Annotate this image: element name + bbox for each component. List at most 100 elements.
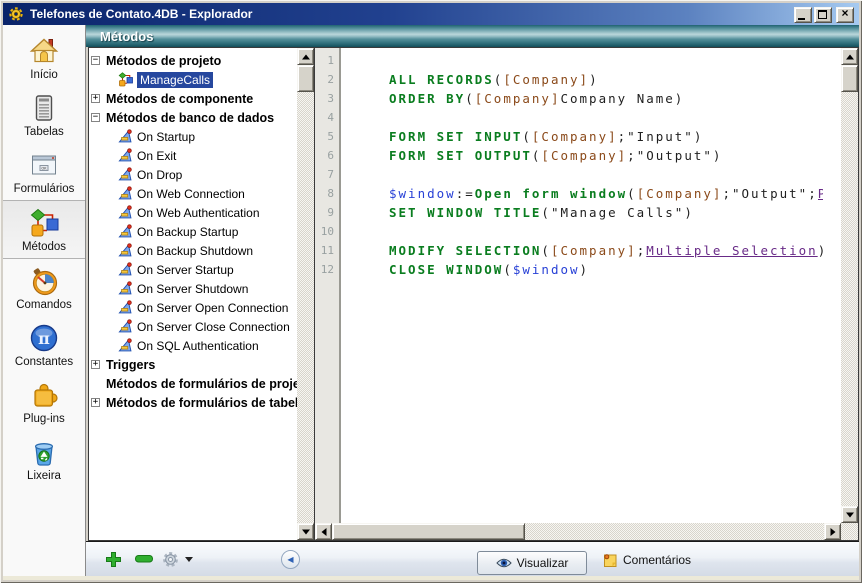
line-number: 10 xyxy=(315,222,339,241)
scroll-up-icon[interactable] xyxy=(297,48,314,65)
tree-item-label: On Server Open Connection xyxy=(137,301,288,315)
sidebar-item-lixeira[interactable]: Lixeira xyxy=(3,430,85,487)
code-token: ( xyxy=(541,243,551,258)
tree-row[interactable]: ManageCalls xyxy=(89,70,297,89)
remove-button[interactable] xyxy=(134,554,154,564)
sidebar-item-constantes[interactable]: πConstantes xyxy=(3,316,85,373)
note-icon xyxy=(602,552,618,568)
code-token: := xyxy=(456,186,475,201)
scroll-left-icon[interactable] xyxy=(315,523,332,540)
code-line: ALL RECORDS([Company]) xyxy=(343,70,841,89)
scrollbar-thumb[interactable] xyxy=(297,65,314,92)
maximize-button[interactable] xyxy=(814,7,832,23)
database-method-icon xyxy=(118,281,133,296)
tree-row[interactable]: −Métodos de banco de dados xyxy=(89,108,297,127)
line-number: 3 xyxy=(315,89,339,108)
tree-item-label: Métodos de formulários de projeto xyxy=(106,377,297,391)
tree-row[interactable]: On Backup Startup xyxy=(89,222,297,241)
code-token: "Output" xyxy=(732,186,808,201)
database-method-icon xyxy=(118,205,133,220)
code-line xyxy=(343,51,841,70)
code-token: ; xyxy=(637,243,647,258)
settings-button[interactable] xyxy=(160,549,180,569)
visualizar-button[interactable]: Visualizar xyxy=(477,551,587,575)
tree-row[interactable]: −Métodos de projeto xyxy=(89,51,297,70)
code-token: [Company] xyxy=(475,91,561,106)
tree-row[interactable]: On Startup xyxy=(89,127,297,146)
chevron-down-icon[interactable] xyxy=(185,557,193,562)
add-button[interactable] xyxy=(103,549,123,569)
code-token: FORM SET OUTPUT xyxy=(389,148,532,163)
tree-item-label: On Backup Startup xyxy=(137,225,238,239)
sidebar-item-formularios[interactable]: OKFormulários xyxy=(3,143,85,200)
sidebar-item-inicio[interactable]: Início xyxy=(3,29,85,86)
tree-item-label: On SQL Authentication xyxy=(137,339,259,353)
sidebar-item-plugins[interactable]: Plug-ins xyxy=(3,373,85,430)
tree-row[interactable]: On Exit xyxy=(89,146,297,165)
tree-item-label: Métodos de formulários de tabela xyxy=(106,396,297,410)
sidebar-item-metodos[interactable]: Métodos xyxy=(3,200,85,259)
tree-row[interactable]: On Drop xyxy=(89,165,297,184)
sidebar-item-comandos[interactable]: Comandos xyxy=(3,259,85,316)
tree-row[interactable]: +Métodos de componente xyxy=(89,89,297,108)
tree-row[interactable]: On Backup Shutdown xyxy=(89,241,297,260)
line-number-gutter: 123456789101112 xyxy=(315,48,341,523)
trash-icon xyxy=(29,436,59,468)
code-token: CLOSE WINDOW xyxy=(389,262,503,277)
scrollbar-thumb[interactable] xyxy=(332,523,525,540)
code-token: "Output" xyxy=(637,148,713,163)
sidebar-item-label: Métodos xyxy=(22,241,66,253)
database-method-icon xyxy=(118,186,133,201)
line-number: 9 xyxy=(315,203,339,222)
scroll-down-icon[interactable] xyxy=(297,523,314,540)
expand-icon[interactable]: + xyxy=(91,360,100,369)
database-method-icon xyxy=(118,319,133,334)
tree-row[interactable]: On Server Startup xyxy=(89,260,297,279)
code-token: [Company] xyxy=(551,243,637,258)
tree-row[interactable]: On Web Authentication xyxy=(89,203,297,222)
database-method-icon xyxy=(118,224,133,239)
code-token: Company Name) xyxy=(560,91,684,106)
database-method-icon xyxy=(118,148,133,163)
methods-tree[interactable]: −Métodos de projetoManageCalls+Métodos d… xyxy=(89,48,297,540)
tree-row[interactable]: On Server Open Connection xyxy=(89,298,297,317)
tree-row[interactable]: Métodos de formulários de projeto xyxy=(89,374,297,393)
database-method-icon xyxy=(118,338,133,353)
code-editor[interactable]: ALL RECORDS([Company])ORDER BY([Company]… xyxy=(343,48,841,523)
tree-item-label: ManageCalls xyxy=(137,72,213,88)
minimize-button[interactable] xyxy=(794,7,812,23)
tree-row[interactable]: On Server Close Connection xyxy=(89,317,297,336)
tree-row[interactable]: On Server Shutdown xyxy=(89,279,297,298)
tree-vertical-scrollbar[interactable] xyxy=(297,48,314,540)
collapse-icon[interactable]: − xyxy=(91,113,100,122)
comentarios-label: Comentários xyxy=(623,553,691,567)
code-token: Multiple Selection xyxy=(646,243,817,258)
sidebar-item-tabelas[interactable]: Tabelas xyxy=(3,86,85,143)
collapse-panel-button[interactable]: ◀ xyxy=(281,550,300,569)
home-icon xyxy=(29,35,59,67)
editor-vertical-scrollbar[interactable] xyxy=(841,48,858,523)
line-number: 5 xyxy=(315,127,339,146)
expand-icon[interactable]: + xyxy=(91,398,100,407)
scroll-up-icon[interactable] xyxy=(841,48,858,65)
expand-icon[interactable]: + xyxy=(91,94,100,103)
page-title: Métodos xyxy=(86,29,153,44)
code-line: SET WINDOW TITLE("Manage Calls") xyxy=(343,203,841,222)
collapse-icon[interactable]: − xyxy=(91,56,100,65)
tables-icon xyxy=(29,92,59,124)
close-button[interactable]: × xyxy=(836,7,854,23)
code-token: MODIFY SELECTION xyxy=(389,243,541,258)
comentarios-button[interactable]: Comentários xyxy=(602,552,691,568)
tree-row[interactable]: + Métodos de formulários de tabela xyxy=(89,393,297,412)
sidebar-item-label: Constantes xyxy=(15,356,73,368)
explorer-window: Telefones de Contato.4DB - Explorador × … xyxy=(0,0,862,583)
tree-row[interactable]: +Triggers xyxy=(89,355,297,374)
scroll-down-icon[interactable] xyxy=(841,506,858,523)
tree-row[interactable]: On Web Connection xyxy=(89,184,297,203)
scrollbar-thumb[interactable] xyxy=(841,65,858,92)
tree-row[interactable]: On SQL Authentication xyxy=(89,336,297,355)
line-number: 6 xyxy=(315,146,339,165)
code-token: ( xyxy=(465,91,475,106)
scroll-right-icon[interactable] xyxy=(824,523,841,540)
editor-horizontal-scrollbar[interactable] xyxy=(315,523,841,540)
